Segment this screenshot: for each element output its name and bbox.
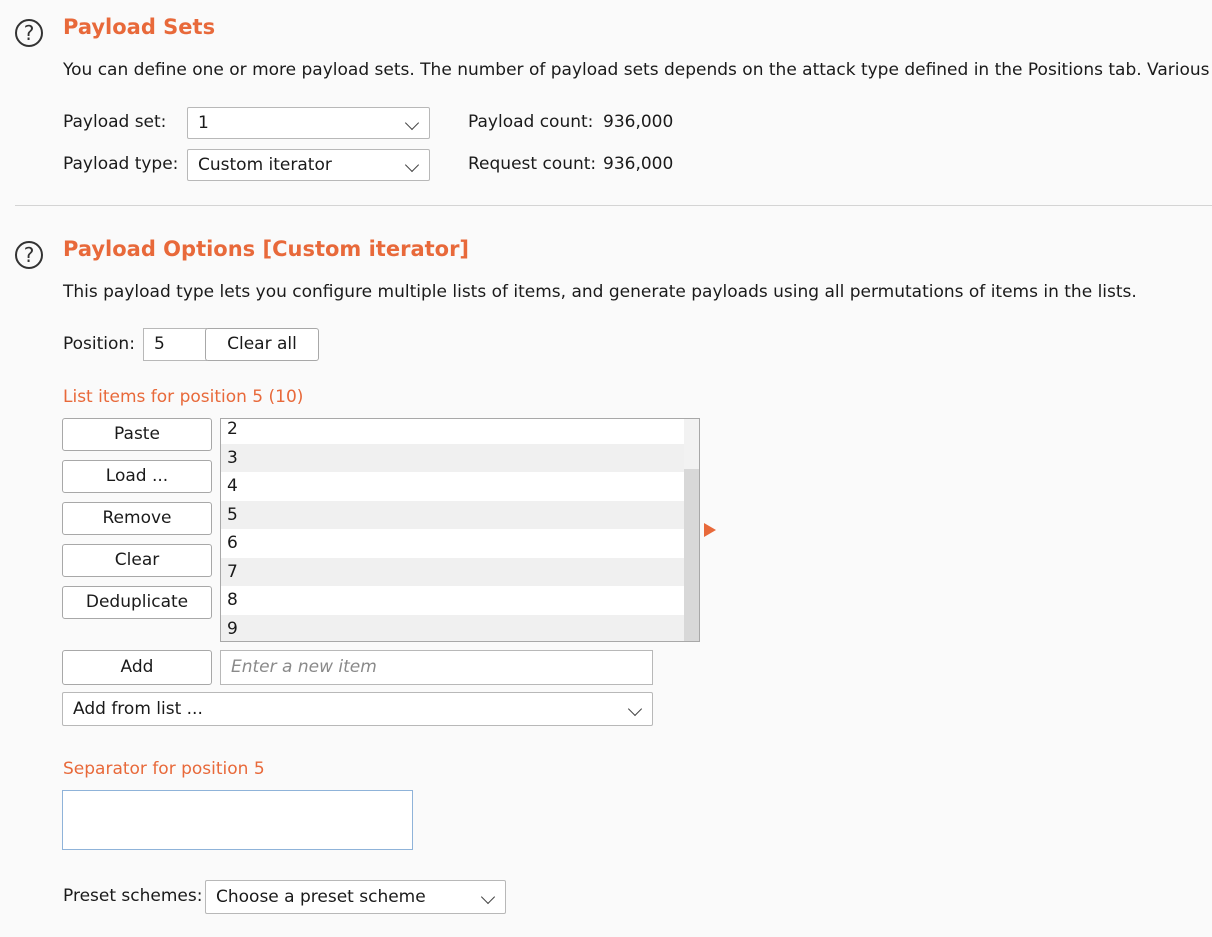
list-item[interactable]: 8 bbox=[221, 586, 684, 615]
payload-set-label: Payload set: bbox=[63, 112, 167, 132]
help-icon[interactable]: ? bbox=[15, 241, 43, 269]
payload-count-value: 936,000 bbox=[603, 112, 674, 132]
payload-count-label: Payload count: bbox=[468, 112, 594, 132]
request-count-value: 936,000 bbox=[603, 154, 674, 174]
list-item[interactable]: 3 bbox=[221, 443, 684, 472]
payload-set-value: 1 bbox=[198, 113, 209, 133]
chevron-down-icon bbox=[404, 157, 420, 173]
list-item[interactable]: 4 bbox=[221, 472, 684, 501]
preset-schemes-value: Choose a preset scheme bbox=[216, 887, 426, 907]
new-item-placeholder: Enter a new item bbox=[231, 657, 377, 677]
paste-button[interactable]: Paste bbox=[62, 418, 212, 451]
add-from-list-value: Add from list ... bbox=[73, 699, 203, 719]
list-item[interactable]: 6 bbox=[221, 529, 684, 558]
list-scrollbar[interactable] bbox=[684, 419, 699, 641]
clear-button[interactable]: Clear bbox=[62, 544, 212, 577]
position-value: 5 bbox=[154, 334, 165, 354]
add-button[interactable]: Add bbox=[62, 650, 212, 685]
payload-sets-description: You can define one or more payload sets.… bbox=[63, 60, 1210, 80]
new-item-input[interactable]: Enter a new item bbox=[220, 650, 653, 685]
list-items-box[interactable]: 23456789 bbox=[220, 418, 700, 642]
list-item[interactable]: 7 bbox=[221, 557, 684, 586]
chevron-down-icon bbox=[480, 889, 496, 905]
list-item[interactable]: 9 bbox=[221, 614, 684, 641]
position-label: Position: bbox=[63, 334, 135, 354]
payload-set-select[interactable]: 1 bbox=[187, 107, 430, 139]
scrollbar-thumb[interactable] bbox=[684, 469, 699, 641]
payload-type-value: Custom iterator bbox=[198, 155, 332, 175]
clear-all-button[interactable]: Clear all bbox=[205, 328, 319, 361]
expand-arrow-icon[interactable] bbox=[704, 523, 716, 537]
chevron-down-icon bbox=[627, 701, 643, 717]
payload-type-label: Payload type: bbox=[63, 154, 179, 174]
load-button[interactable]: Load ... bbox=[62, 460, 212, 493]
deduplicate-button[interactable]: Deduplicate bbox=[62, 586, 212, 619]
payload-options-title: Payload Options [Custom iterator] bbox=[63, 237, 470, 261]
section-divider bbox=[15, 205, 1212, 206]
payload-sets-title: Payload Sets bbox=[63, 15, 216, 39]
preset-schemes-label: Preset schemes: bbox=[63, 886, 203, 906]
separator-heading: Separator for position 5 bbox=[63, 759, 265, 779]
payload-options-description: This payload type lets you configure mul… bbox=[63, 282, 1137, 302]
preset-schemes-select[interactable]: Choose a preset scheme bbox=[205, 880, 506, 914]
help-icon[interactable]: ? bbox=[15, 19, 43, 47]
payload-type-select[interactable]: Custom iterator bbox=[187, 149, 430, 181]
list-item[interactable]: 2 bbox=[221, 419, 684, 444]
list-item[interactable]: 5 bbox=[221, 500, 684, 529]
remove-button[interactable]: Remove bbox=[62, 502, 212, 535]
position-field[interactable]: 5 bbox=[143, 328, 207, 361]
separator-field[interactable] bbox=[62, 790, 413, 850]
list-items: 23456789 bbox=[221, 419, 684, 641]
add-from-list-select[interactable]: Add from list ... bbox=[62, 692, 653, 726]
request-count-label: Request count: bbox=[468, 154, 597, 174]
list-items-heading: List items for position 5 (10) bbox=[63, 387, 304, 407]
chevron-down-icon bbox=[404, 115, 420, 131]
